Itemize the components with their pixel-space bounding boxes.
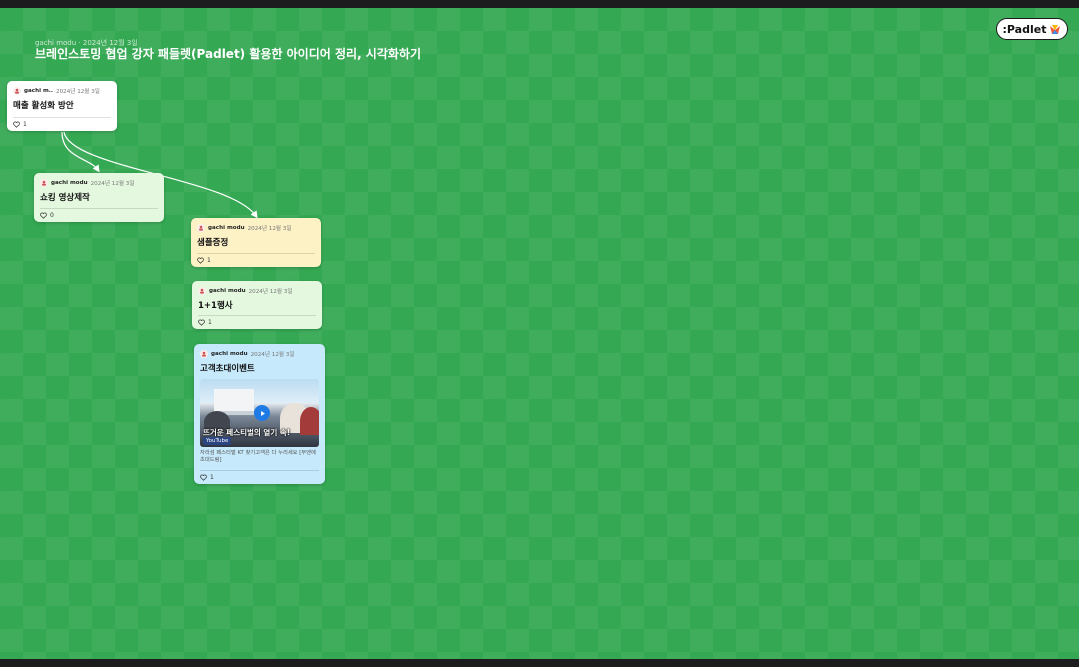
post-date: 2024년 12월 3일 xyxy=(250,351,295,358)
post-card[interactable]: gachi modu 2024년 12월 3일 쇼킹 영상제작 0 xyxy=(34,173,164,222)
avatar-icon xyxy=(198,286,206,295)
padlet-board: gachi modu · 2024년 12월 3일 브레인스토밍 협업 강자 패… xyxy=(0,8,1079,659)
video-source: YouTube xyxy=(203,437,232,445)
post-card[interactable]: gachi modu 2024년 12월 3일 1+1행사 1 xyxy=(192,281,322,329)
post-title: 샘플증정 xyxy=(197,238,229,248)
post-author: gachi modu xyxy=(51,179,88,186)
post-date: 2024년 12월 3일 xyxy=(248,288,293,295)
avatar-icon xyxy=(40,178,48,187)
heart-icon[interactable] xyxy=(13,121,20,128)
post-title: 고객초대이벤트 xyxy=(200,364,255,374)
logo-text: :Padlet xyxy=(1002,22,1047,36)
post-title: 1+1행사 xyxy=(198,301,233,311)
post-author: gachi m.. xyxy=(24,87,54,94)
avatar-icon xyxy=(197,223,205,232)
heart-icon[interactable] xyxy=(40,212,47,219)
connector-arrow xyxy=(61,131,100,173)
like-count: 1 xyxy=(23,121,27,128)
connector-arrows xyxy=(61,131,258,219)
post-author: gachi modu xyxy=(211,350,248,357)
like-count: 1 xyxy=(207,257,211,264)
post-title: 매출 활성화 방안 xyxy=(13,101,74,111)
like-count: 1 xyxy=(210,474,214,481)
attachment-description: 자라섬 페스티벌 KT 찾기고객은 다 누리세요 [무엔에 초대드림] xyxy=(200,450,316,464)
heart-icon[interactable] xyxy=(197,257,204,264)
post-date: 2024년 12월 3일 xyxy=(247,225,292,232)
padlet-logo-icon xyxy=(1050,24,1061,34)
padlet-logo[interactable]: :Padlet xyxy=(996,18,1068,40)
board-title: 브레인스토밍 협업 강자 패들렛(Padlet) 활용한 아이디어 정리, 시각… xyxy=(35,47,422,61)
video-thumbnail[interactable]: 뜨거운 페스티벌의 열기 속! YouTube xyxy=(200,379,319,447)
like-count: 1 xyxy=(208,319,212,326)
bottom-bar xyxy=(0,659,1079,667)
post-card[interactable]: gachi m.. 2024년 12월 3일 매출 활성화 방안 1 xyxy=(7,81,117,131)
avatar-icon xyxy=(13,86,21,95)
post-card[interactable]: gachi modu 2024년 12월 3일 샘플증정 1 xyxy=(191,218,321,267)
heart-icon[interactable] xyxy=(198,319,205,326)
post-title: 쇼킹 영상제작 xyxy=(40,193,90,203)
post-author: gachi modu xyxy=(208,224,245,231)
post-date: 2024년 12월 3일 xyxy=(56,88,100,95)
play-icon[interactable] xyxy=(254,405,270,421)
avatar-icon xyxy=(200,349,208,358)
post-card[interactable]: gachi modu 2024년 12월 3일 고객초대이벤트 뜨거운 페스티벌… xyxy=(194,344,325,484)
post-author: gachi modu xyxy=(209,287,246,294)
post-date: 2024년 12월 3일 xyxy=(90,180,135,187)
like-count: 0 xyxy=(50,212,54,219)
heart-icon[interactable] xyxy=(200,474,207,481)
